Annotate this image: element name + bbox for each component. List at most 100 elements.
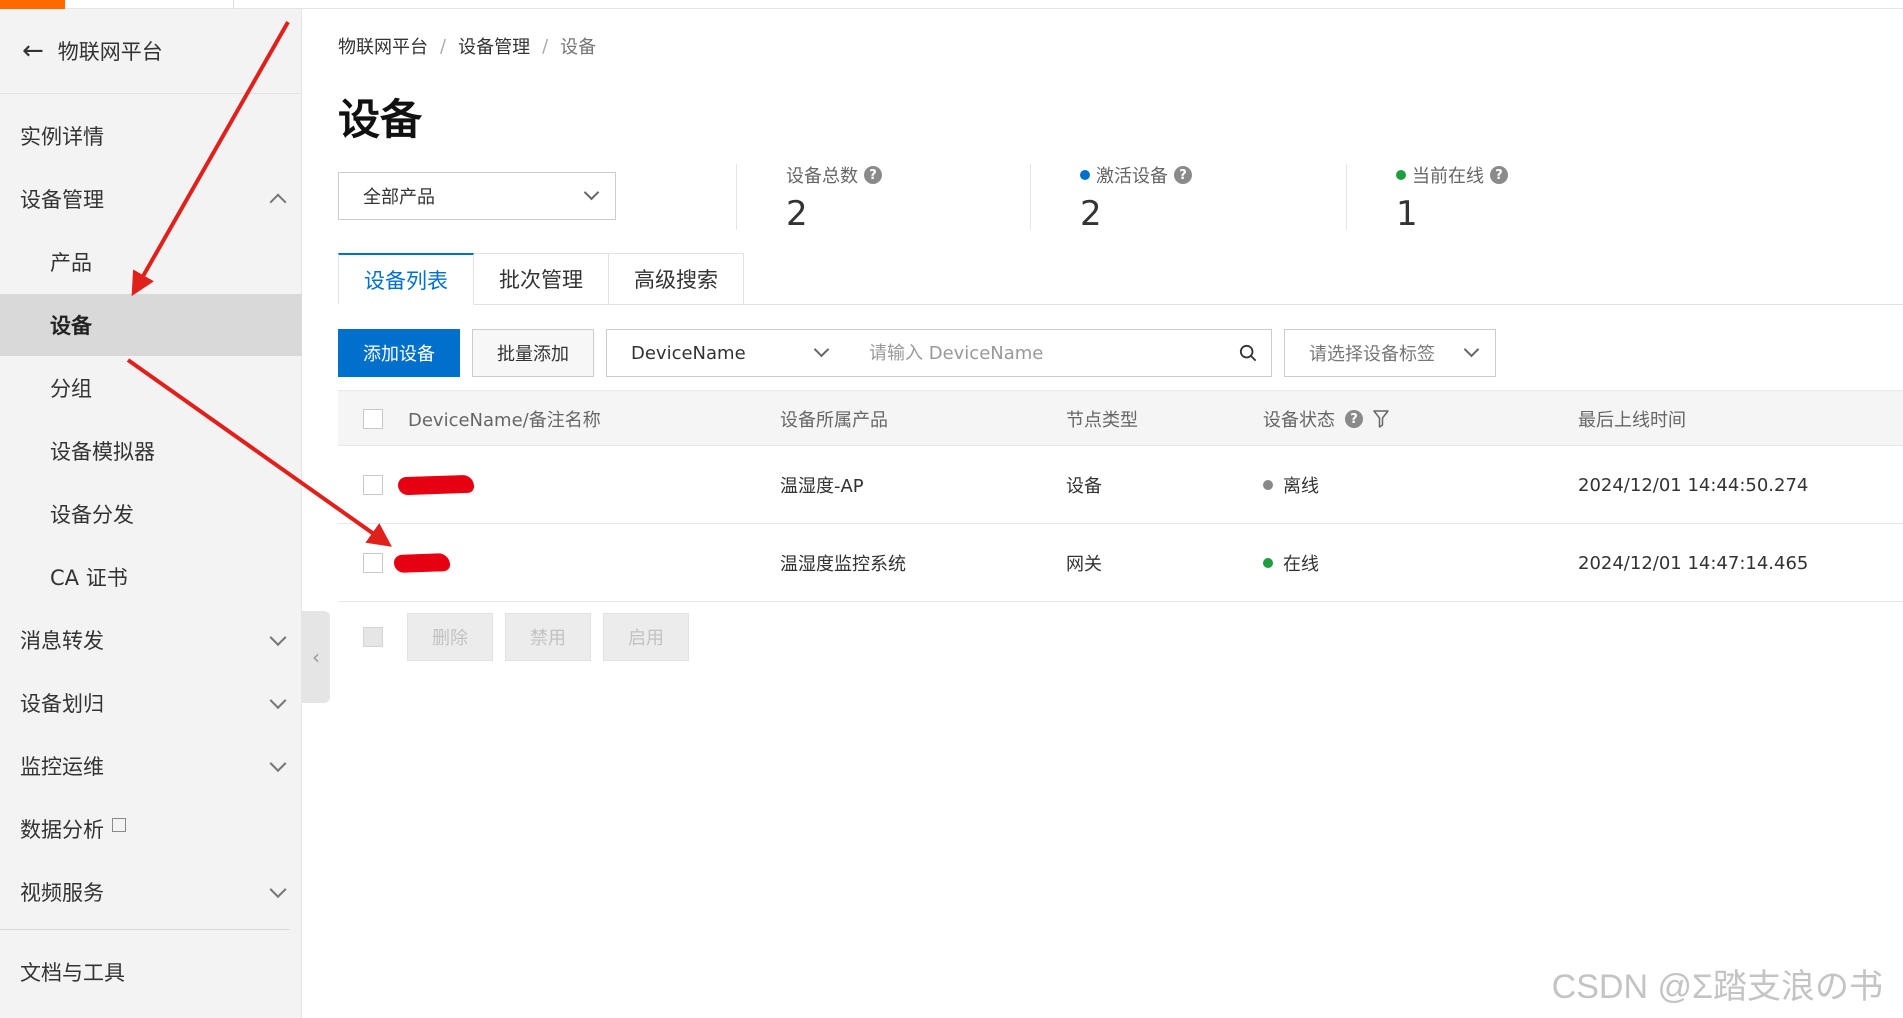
tab-batch-management[interactable]: 批次管理 bbox=[474, 253, 609, 305]
chevron-up-icon bbox=[269, 193, 287, 211]
stat-label: 设备总数 bbox=[786, 166, 858, 187]
delete-button[interactable]: 删除 bbox=[407, 613, 493, 661]
help-icon[interactable]: ? bbox=[1490, 166, 1508, 184]
cell-product: 温湿度-AP bbox=[780, 476, 864, 497]
sidebar-item-label: 消息转发 bbox=[20, 629, 104, 653]
sidebar-item-device-assignment[interactable]: 设备划归 bbox=[0, 672, 302, 734]
status-dot-icon bbox=[1263, 558, 1273, 568]
help-icon[interactable]: ? bbox=[1174, 166, 1192, 184]
sidebar-item-instance-detail[interactable]: 实例详情 bbox=[0, 105, 302, 167]
row-checkbox[interactable] bbox=[363, 553, 383, 573]
redaction-mark bbox=[397, 474, 475, 496]
status-dot-icon bbox=[1080, 170, 1090, 180]
sidebar: ← 物联网平台 实例详情 设备管理 产品 设备 分组 设备模拟器 设备分发 CA… bbox=[0, 9, 302, 1018]
help-icon[interactable]: ? bbox=[1345, 410, 1363, 428]
sidebar-item-message-forwarding[interactable]: 消息转发 bbox=[0, 609, 302, 671]
stat-divider bbox=[736, 164, 737, 230]
search-box bbox=[845, 329, 1272, 377]
add-device-button[interactable]: 添加设备 bbox=[338, 329, 460, 377]
table-row: 温湿度-AP 设备 离线 2024/12/01 14:44:50.274 bbox=[338, 446, 1903, 524]
product-select[interactable]: 全部产品 bbox=[338, 172, 616, 220]
column-header-device-name: DeviceName/备注名称 bbox=[408, 410, 601, 431]
tab-advanced-search[interactable]: 高级搜索 bbox=[609, 253, 744, 305]
search-icon[interactable] bbox=[1239, 344, 1257, 362]
stat-value: 1 bbox=[1396, 194, 1418, 234]
status-text: 离线 bbox=[1283, 476, 1319, 497]
breadcrumb-separator: / bbox=[440, 35, 447, 57]
external-link-icon bbox=[112, 818, 126, 832]
sidebar-item-data-analysis[interactable]: 数据分析 bbox=[0, 798, 302, 860]
chevron-down-icon bbox=[1463, 341, 1480, 358]
tab-divider bbox=[338, 304, 1903, 305]
breadcrumb-separator: / bbox=[542, 35, 549, 57]
sidebar-item-label: CA 证书 bbox=[50, 566, 128, 590]
sidebar-back-label: 物联网平台 bbox=[57, 40, 163, 64]
sidebar-item-label: 实例详情 bbox=[20, 125, 104, 149]
stat-label: 当前在线 bbox=[1412, 166, 1484, 187]
stat-value: 2 bbox=[1080, 194, 1102, 234]
sidebar-item-device-management[interactable]: 设备管理 bbox=[0, 168, 302, 230]
sidebar-item-label: 产品 bbox=[50, 251, 92, 275]
sidebar-item-ca-certificate[interactable]: CA 证书 bbox=[0, 546, 302, 608]
search-field-select[interactable]: DeviceName bbox=[606, 329, 846, 377]
table-header: DeviceName/备注名称 设备所属产品 节点类型 设备状态 ? 最后上线时… bbox=[338, 390, 1903, 446]
breadcrumb-link-device-management[interactable]: 设备管理 bbox=[458, 33, 530, 59]
breadcrumb: 物联网平台 / 设备管理 / 设备 bbox=[338, 33, 596, 59]
sidebar-item-label: 设备管理 bbox=[20, 188, 104, 212]
sidebar-item-device-simulator[interactable]: 设备模拟器 bbox=[0, 420, 302, 482]
bulk-select-checkbox[interactable] bbox=[363, 627, 383, 647]
cell-status: 在线 bbox=[1263, 524, 1319, 602]
sidebar-item-label: 监控运维 bbox=[20, 755, 104, 779]
redacted-device-name bbox=[393, 524, 451, 602]
status-text: 在线 bbox=[1283, 554, 1319, 575]
device-tag-placeholder: 请选择设备标签 bbox=[1309, 344, 1435, 365]
chevron-down-icon bbox=[269, 755, 287, 773]
stat-value: 2 bbox=[786, 194, 808, 234]
stat-divider bbox=[1030, 164, 1031, 230]
batch-add-button[interactable]: 批量添加 bbox=[472, 329, 594, 377]
cell-node-type: 设备 bbox=[1066, 476, 1102, 497]
breadcrumb-current: 设备 bbox=[560, 37, 597, 58]
sidebar-collapse-toggle[interactable]: ‹ bbox=[302, 611, 330, 703]
redaction-mark bbox=[393, 553, 451, 573]
sidebar-item-video-service[interactable]: 视频服务 bbox=[0, 861, 302, 923]
search-field-value: DeviceName bbox=[631, 342, 746, 364]
chevron-down-icon bbox=[813, 341, 830, 358]
sidebar-item-monitoring-ops[interactable]: 监控运维 bbox=[0, 735, 302, 797]
row-checkbox[interactable] bbox=[363, 475, 383, 495]
column-header-node-type: 节点类型 bbox=[1066, 410, 1138, 431]
watermark: CSDN @Σ踏支浪の书 bbox=[1551, 968, 1883, 1006]
help-icon[interactable]: ? bbox=[864, 166, 882, 184]
status-dot-icon bbox=[1396, 170, 1406, 180]
chevron-down-icon bbox=[269, 629, 287, 647]
sidebar-item-device[interactable]: 设备 bbox=[0, 294, 302, 356]
sidebar-item-label: 设备分发 bbox=[50, 503, 134, 527]
sidebar-item-group[interactable]: 分组 bbox=[0, 357, 302, 419]
sidebar-item-docs-tools[interactable]: 文档与工具 bbox=[0, 941, 302, 1003]
stat-divider bbox=[1346, 164, 1347, 230]
search-input[interactable] bbox=[869, 342, 1209, 364]
sidebar-item-product[interactable]: 产品 bbox=[0, 231, 302, 293]
product-select-value: 全部产品 bbox=[363, 187, 435, 208]
device-tag-select[interactable]: 请选择设备标签 bbox=[1284, 329, 1496, 377]
tab-device-list[interactable]: 设备列表 bbox=[338, 253, 474, 305]
page-title: 设备 bbox=[338, 95, 423, 144]
arrow-left-icon: ← bbox=[22, 36, 44, 66]
chevron-down-icon bbox=[269, 692, 287, 710]
redacted-device-name bbox=[397, 446, 475, 524]
breadcrumb-link-iot-platform[interactable]: 物联网平台 bbox=[338, 33, 428, 59]
column-header-status: 设备状态 ? bbox=[1263, 391, 1389, 447]
stat-label: 激活设备 bbox=[1096, 166, 1168, 187]
column-header-last-online: 最后上线时间 bbox=[1578, 410, 1686, 431]
stat-activated-devices: 激活设备 ? 2 bbox=[1030, 162, 1192, 234]
brand-accent bbox=[0, 0, 65, 9]
sidebar-back-link[interactable]: ← 物联网平台 bbox=[0, 9, 302, 94]
enable-button[interactable]: 启用 bbox=[603, 613, 689, 661]
sidebar-item-label: 设备划归 bbox=[20, 692, 104, 716]
disable-button[interactable]: 禁用 bbox=[505, 613, 591, 661]
tab-bar: 设备列表 批次管理 高级搜索 bbox=[338, 253, 744, 305]
select-all-checkbox[interactable] bbox=[363, 409, 383, 429]
sidebar-item-device-distribution[interactable]: 设备分发 bbox=[0, 483, 302, 545]
sidebar-item-label: 设备模拟器 bbox=[50, 440, 155, 464]
filter-icon[interactable] bbox=[1373, 410, 1389, 428]
